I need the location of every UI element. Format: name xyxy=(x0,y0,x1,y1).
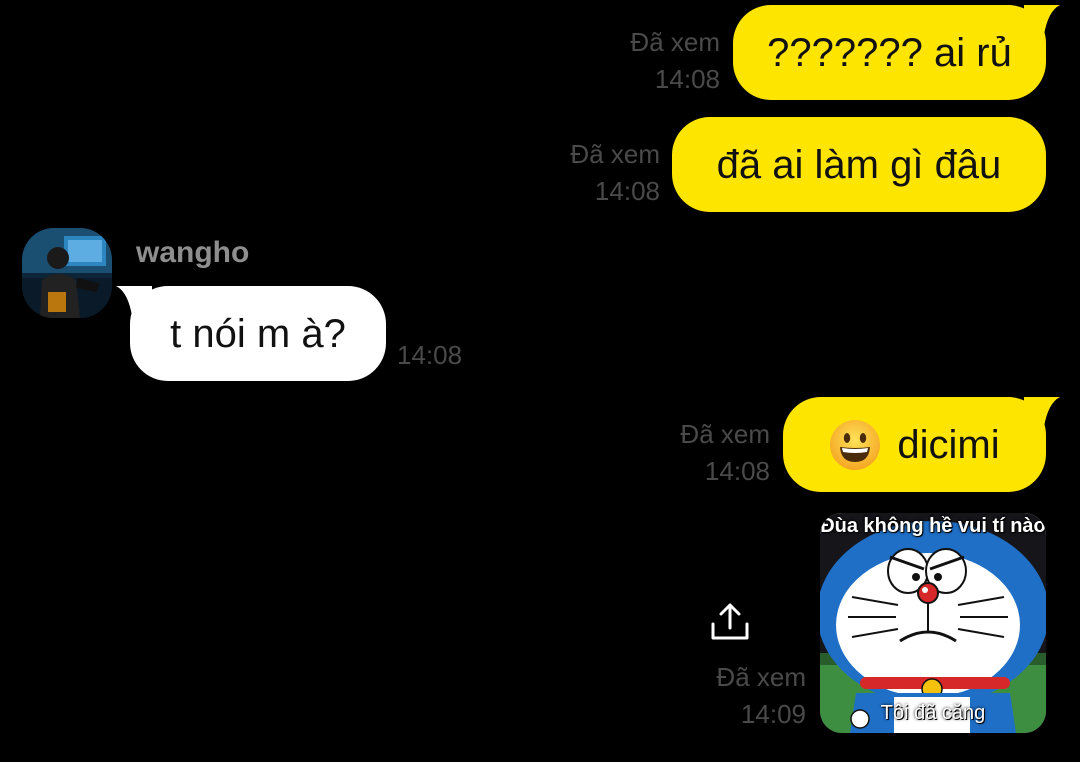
message-time: 14:08 xyxy=(654,64,720,94)
read-receipt: Đã xem xyxy=(716,662,806,692)
sender-name: wangho xyxy=(136,236,250,269)
message-time: 14:09 xyxy=(740,699,806,729)
sender-avatar[interactable] xyxy=(22,228,112,318)
message-text: ??????? ai rủ xyxy=(767,30,1012,75)
incoming-message-bubble[interactable]: t nói m à? xyxy=(116,286,386,381)
doraemon-image xyxy=(820,513,1046,733)
read-receipt: Đã xem xyxy=(630,27,720,57)
message-text: t nói m à? xyxy=(170,311,346,356)
grinning-face-icon xyxy=(830,419,881,470)
image-message[interactable]: Đùa không hề vui tí nào Tôi đã căng xyxy=(820,513,1046,733)
message-time: 14:08 xyxy=(397,340,463,370)
message-meta: Đã xem 14:09 xyxy=(716,659,806,733)
share-icon[interactable] xyxy=(708,600,752,644)
bubble-tail xyxy=(1024,397,1060,427)
message-text: dicimi xyxy=(897,422,1000,467)
message-time: 14:08 xyxy=(594,176,660,206)
image-caption-top: Đùa không hề vui tí nào xyxy=(820,515,1046,537)
bubble-tail xyxy=(1024,5,1060,35)
message-meta: Đã xem 14:08 xyxy=(570,136,660,210)
avatar-image xyxy=(22,228,112,318)
read-receipt: Đã xem xyxy=(570,139,660,169)
message-text: đã ai làm gì đâu xyxy=(716,142,1002,187)
message-meta: Đã xem 14:08 xyxy=(680,416,770,490)
message-time: 14:08 xyxy=(704,456,770,486)
message-meta: Đã xem 14:08 xyxy=(630,24,720,98)
message-meta: 14:08 xyxy=(397,337,462,374)
outgoing-message-bubble[interactable]: dicimi xyxy=(783,397,1060,492)
bubble-tail xyxy=(116,286,152,316)
outgoing-message-bubble[interactable]: đã ai làm gì đâu xyxy=(672,117,1046,212)
read-receipt: Đã xem xyxy=(680,419,770,449)
outgoing-message-bubble[interactable]: ??????? ai rủ xyxy=(733,5,1060,100)
image-caption-bottom: Tôi đã căng xyxy=(880,702,986,724)
chat-conversation: Đã xem 14:08 ??????? ai rủ Đã xem 14:08 … xyxy=(0,0,1080,762)
